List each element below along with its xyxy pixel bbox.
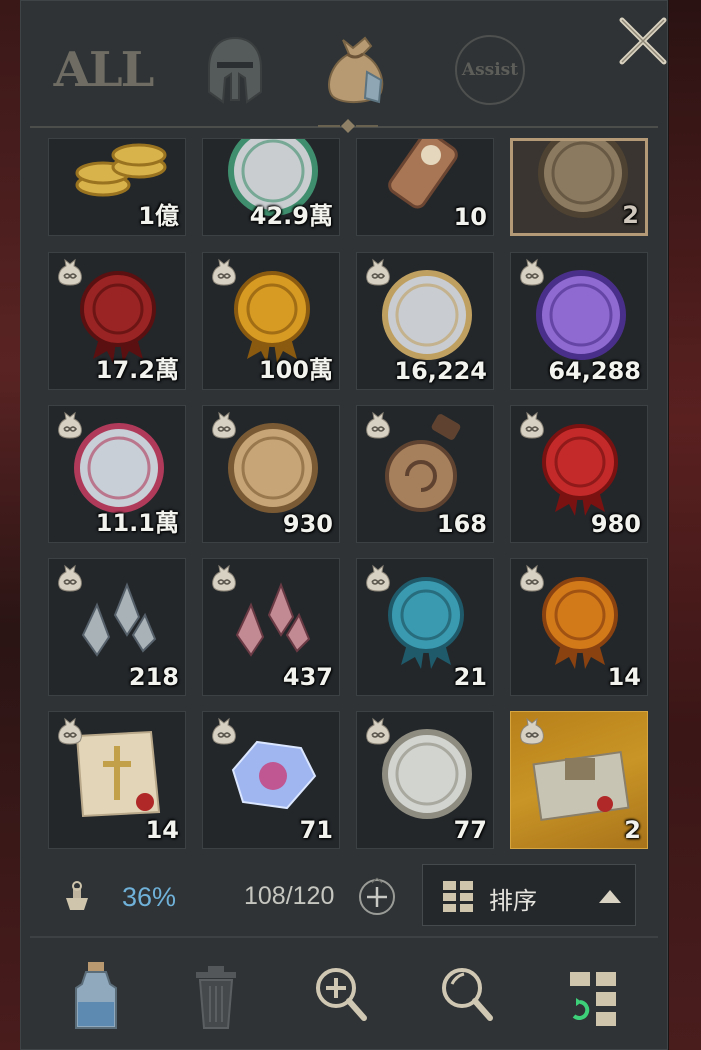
background-left bbox=[0, 0, 20, 1050]
bag-badge-icon bbox=[212, 411, 236, 439]
item-slot-treasure-deed[interactable]: 2 bbox=[510, 711, 648, 849]
bag-badge-icon bbox=[58, 258, 82, 286]
item-slot-infinity-seal[interactable]: 21 bbox=[356, 558, 494, 696]
item-count: 17.2萬 bbox=[95, 356, 179, 384]
tab-inventory[interactable] bbox=[310, 30, 400, 110]
item-count: 11.1萬 bbox=[95, 509, 179, 537]
item-count: 1億 bbox=[138, 202, 179, 230]
tab-all[interactable]: ALL bbox=[54, 30, 155, 110]
bag-badge-icon bbox=[58, 717, 82, 745]
item-count: 64,288 bbox=[548, 357, 641, 385]
item-slot-paw-medallion[interactable]: 2 bbox=[510, 138, 648, 236]
weight-icon bbox=[66, 881, 88, 910]
item-slot-crossed-swords-seal[interactable]: 980 bbox=[510, 405, 648, 543]
item-slot-fleur-coin[interactable]: 11.1萬 bbox=[48, 405, 186, 543]
tab-assist[interactable]: Assist bbox=[445, 30, 535, 110]
bottom-action-bar bbox=[20, 950, 668, 1050]
tab-all-label: ALL bbox=[53, 42, 155, 98]
assist-ring-icon: Assist bbox=[455, 35, 525, 105]
plus-circle-icon[interactable] bbox=[356, 876, 398, 918]
close-button[interactable] bbox=[616, 14, 670, 68]
status-bar: 36% 108/120 排序 bbox=[20, 856, 668, 936]
item-slot-gold-figure-seal[interactable]: 100萬 bbox=[202, 252, 340, 390]
bag-badge-icon bbox=[58, 411, 82, 439]
bag-badge-icon bbox=[366, 258, 390, 286]
zoom-in-button[interactable] bbox=[310, 958, 380, 1034]
item-count: 168 bbox=[436, 510, 487, 538]
magnify-icon bbox=[442, 968, 493, 1021]
item-slot-purple-card-coin[interactable]: 64,288 bbox=[510, 252, 648, 390]
potion-bottle-icon bbox=[75, 962, 117, 1029]
arrange-button[interactable] bbox=[564, 958, 634, 1034]
item-slot-gold-coins[interactable]: 1億 bbox=[48, 138, 186, 236]
grid-icon bbox=[443, 881, 473, 912]
item-count: 21 bbox=[453, 663, 487, 691]
bag-badge-icon bbox=[366, 717, 390, 745]
item-slot-silver-swords-coin[interactable]: 42.9萬 bbox=[202, 138, 340, 236]
item-count: 2 bbox=[624, 816, 641, 844]
bag-badge-icon bbox=[366, 564, 390, 592]
close-icon bbox=[619, 17, 667, 65]
item-count: 14 bbox=[145, 816, 179, 844]
bag-badge-icon bbox=[520, 717, 544, 745]
bag-badge-icon bbox=[212, 717, 236, 745]
bag-badge-icon bbox=[58, 564, 82, 592]
bag-badge-icon bbox=[212, 564, 236, 592]
item-slot-archer-coin[interactable]: 16,224 bbox=[356, 252, 494, 390]
search-button[interactable] bbox=[436, 958, 506, 1034]
bag-badge-icon bbox=[520, 411, 544, 439]
sort-label: 排序 bbox=[489, 888, 537, 915]
tab-bar: ALL Assist bbox=[20, 0, 668, 130]
item-count: 71 bbox=[299, 816, 333, 844]
item-count: 980 bbox=[590, 510, 641, 538]
background-right bbox=[669, 0, 701, 1050]
item-count: 930 bbox=[282, 510, 333, 538]
item-count: 10 bbox=[453, 203, 487, 231]
tab-equipment[interactable] bbox=[190, 30, 280, 110]
divider-ornament bbox=[318, 119, 378, 133]
money-bag-icon bbox=[328, 36, 384, 104]
discard-button[interactable] bbox=[186, 958, 256, 1034]
item-slot-paw-scroll[interactable]: 10 bbox=[356, 138, 494, 236]
item-slot-bronze-dragon-coin[interactable]: 930 bbox=[202, 405, 340, 543]
bag-badge-icon bbox=[520, 258, 544, 286]
bag-badge-icon bbox=[212, 258, 236, 286]
item-count: 42.9萬 bbox=[249, 202, 333, 230]
magnify-plus-icon bbox=[316, 968, 367, 1021]
item-slot-lion-seal[interactable]: 17.2萬 bbox=[48, 252, 186, 390]
helmet-icon bbox=[208, 36, 262, 104]
weight-percent: 36% bbox=[122, 882, 177, 912]
item-slot-triskele-amulet[interactable]: 168 bbox=[356, 405, 494, 543]
item-count: 77 bbox=[453, 816, 487, 844]
paw-medallion-icon bbox=[538, 141, 628, 218]
item-grid: 1億 42.9萬 10 2 17.2萬 100萬 16,224 64,288 1… bbox=[48, 138, 648, 850]
chevron-up-icon bbox=[599, 890, 621, 903]
tab-assist-label: Assist bbox=[461, 60, 519, 80]
bag-badge-icon bbox=[520, 564, 544, 592]
item-count: 100萬 bbox=[258, 356, 333, 384]
item-slot-cross-parchment[interactable]: 14 bbox=[48, 711, 186, 849]
item-count: 14 bbox=[607, 663, 641, 691]
item-slot-lv-seal[interactable]: 14 bbox=[510, 558, 648, 696]
item-count: 437 bbox=[282, 663, 333, 691]
item-slot-silver-cross-coin[interactable]: 77 bbox=[356, 711, 494, 849]
slot-count: 108/120 bbox=[244, 882, 335, 910]
item-count: 16,224 bbox=[394, 357, 487, 385]
bag-badge-icon bbox=[366, 411, 390, 439]
item-slot-silver-crystals[interactable]: 218 bbox=[48, 558, 186, 696]
item-slot-prismatic-gem[interactable]: 71 bbox=[202, 711, 340, 849]
grid-refresh-icon bbox=[570, 972, 616, 1026]
trash-can-icon bbox=[196, 966, 236, 1029]
sort-button[interactable]: 排序 bbox=[422, 864, 636, 926]
footer-divider bbox=[30, 936, 658, 938]
item-count: 218 bbox=[128, 663, 179, 691]
item-slot-pink-crystals[interactable]: 437 bbox=[202, 558, 340, 696]
potion-button[interactable] bbox=[66, 958, 136, 1034]
item-count: 2 bbox=[622, 201, 639, 229]
